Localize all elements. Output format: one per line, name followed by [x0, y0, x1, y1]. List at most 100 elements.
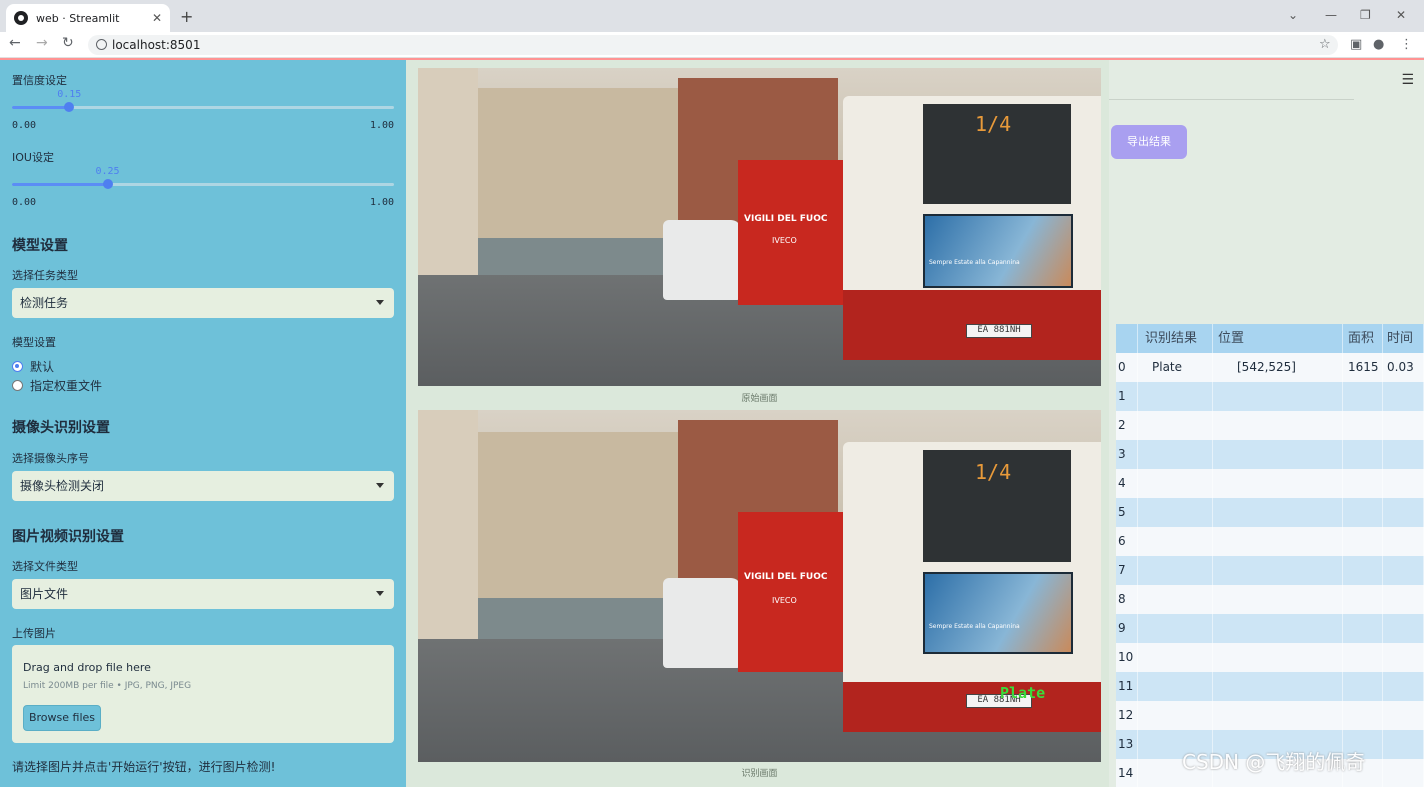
url-field[interactable]: localhost:8501 — [88, 35, 1338, 55]
table-cell — [1343, 382, 1383, 411]
table-row[interactable]: 11 — [1116, 672, 1424, 701]
scene-fire-truck: VIGILI DEL FUOC IVECO — [738, 160, 848, 305]
divider — [1109, 99, 1354, 100]
table-row[interactable]: 2 — [1116, 411, 1424, 440]
table-cell — [1383, 643, 1424, 672]
url-text: localhost:8501 — [112, 38, 201, 52]
table-cell — [1213, 440, 1343, 469]
table-row[interactable]: 6 — [1116, 527, 1424, 556]
table-cell — [1138, 701, 1213, 730]
row-index: 13 — [1116, 730, 1138, 759]
task-type-select[interactable]: 检测任务 — [12, 288, 394, 318]
iou-slider-thumb[interactable] — [102, 179, 113, 189]
table-cell — [1138, 411, 1213, 440]
file-dropzone[interactable]: Drag and drop file here Limit 200MB per … — [12, 645, 394, 743]
camera-select[interactable]: 摄像头检测关闭 — [12, 471, 394, 501]
side-panel-icon[interactable]: ▣ — [1350, 37, 1362, 52]
original-caption: 原始画面 — [741, 394, 778, 404]
table-cell — [1383, 585, 1424, 614]
table-cell — [1213, 585, 1343, 614]
browser-tab-bar: web · Streamlit ✕ + ⌄ — ❐ ✕ — [0, 0, 1424, 32]
table-row[interactable]: 8 — [1116, 585, 1424, 614]
scene-van — [663, 578, 741, 668]
row-index: 6 — [1116, 527, 1138, 556]
confidence-label: 置信度设定 — [12, 74, 67, 87]
file-type-select[interactable]: 图片文件 — [12, 579, 394, 609]
table-cell — [1213, 672, 1343, 701]
row-index: 7 — [1116, 556, 1138, 585]
bus-advertisement: Sempre Estate alla Capannina — [923, 572, 1073, 654]
iou-slider[interactable]: 0.25 — [12, 166, 394, 189]
truck-brand: IVECO — [772, 236, 797, 245]
table-cell: 0.03 — [1383, 353, 1424, 382]
table-cell — [1213, 469, 1343, 498]
table-row[interactable]: 12 — [1116, 701, 1424, 730]
table-cell: Plate — [1138, 353, 1213, 382]
scene-bus: 1/4 Sempre Estate alla Capannina — [843, 442, 1101, 714]
table-row[interactable]: 4 — [1116, 469, 1424, 498]
detection-label: Plate — [1000, 684, 1046, 702]
table-cell — [1213, 643, 1343, 672]
column-header[interactable]: 时间 — [1383, 324, 1424, 353]
scene-building — [418, 68, 478, 298]
table-cell — [1383, 614, 1424, 643]
new-tab-icon[interactable]: + — [180, 7, 193, 26]
upload-label: 上传图片 — [12, 627, 56, 640]
minimize-icon[interactable]: — — [1325, 8, 1337, 22]
confidence-slider[interactable]: 0.15 — [12, 89, 394, 112]
restore-icon[interactable]: ❐ — [1360, 8, 1371, 22]
table-row[interactable]: 0 Plate [542,525] 1615 0.03 — [1116, 353, 1424, 382]
profile-avatar-icon[interactable]: ● — [1373, 37, 1384, 52]
close-tab-icon[interactable]: ✕ — [152, 11, 162, 25]
table-header: 识别结果 位置 面积 时间 — [1116, 324, 1424, 353]
reload-icon[interactable]: ↻ — [62, 35, 74, 51]
radio-unselected-icon[interactable] — [12, 380, 23, 391]
radio-custom-weights[interactable]: 指定权重文件 — [12, 377, 102, 394]
radio-selected-icon[interactable] — [12, 361, 23, 372]
forward-arrow-icon[interactable]: → — [36, 35, 48, 51]
table-cell — [1138, 672, 1213, 701]
confidence-slider-thumb[interactable] — [64, 102, 75, 112]
table-cell — [1213, 556, 1343, 585]
model-section-heading: 模型设置 — [12, 238, 68, 254]
back-arrow-icon[interactable]: ← — [9, 35, 21, 51]
streamlit-favicon-icon — [14, 11, 28, 25]
table-row[interactable]: 10 — [1116, 643, 1424, 672]
close-window-icon[interactable]: ✕ — [1396, 8, 1406, 22]
column-header[interactable] — [1116, 324, 1138, 353]
scene-fire-truck: VIGILI DEL FUOC IVECO — [738, 512, 848, 672]
result-image: VIGILI DEL FUOC IVECO 1/4 Sempre Estate … — [418, 410, 1101, 762]
row-index: 9 — [1116, 614, 1138, 643]
iou-slider-fill — [12, 183, 108, 186]
column-header[interactable]: 面积 — [1343, 324, 1383, 353]
row-index: 3 — [1116, 440, 1138, 469]
truck-brand: IVECO — [772, 596, 797, 605]
browser-tab[interactable]: web · Streamlit ✕ — [6, 4, 170, 32]
bookmark-star-icon[interactable]: ☆ — [1319, 37, 1331, 52]
table-row[interactable]: 7 — [1116, 556, 1424, 585]
row-index: 0 — [1116, 353, 1138, 382]
table-row[interactable]: 5 — [1116, 498, 1424, 527]
browser-menu-icon[interactable]: ⋮ — [1400, 37, 1413, 52]
results-table[interactable]: 识别结果 位置 面积 时间 0 Plate [542,525] 1615 0.03 1 2 3 4 5 6 7… — [1116, 324, 1424, 787]
table-cell — [1383, 469, 1424, 498]
radio-default[interactable]: 默认 — [12, 358, 54, 375]
export-results-button[interactable]: 导出结果 — [1111, 125, 1187, 159]
table-cell — [1383, 440, 1424, 469]
table-cell — [1138, 469, 1213, 498]
table-row[interactable]: 3 — [1116, 440, 1424, 469]
ad-text: Sempre Estate alla Capannina — [929, 623, 1020, 630]
table-cell — [1343, 701, 1383, 730]
table-row[interactable]: 1 — [1116, 382, 1424, 411]
table-row[interactable]: 9 — [1116, 614, 1424, 643]
column-header[interactable]: 识别结果 — [1138, 324, 1213, 353]
hamburger-menu-icon[interactable]: ☰ — [1401, 72, 1414, 88]
table-cell — [1343, 672, 1383, 701]
file-type-value: 图片文件 — [20, 587, 69, 601]
table-cell: [542,525] — [1213, 353, 1343, 382]
tab-search-chevron-icon[interactable]: ⌄ — [1288, 8, 1298, 22]
site-info-icon[interactable] — [96, 39, 107, 50]
column-header[interactable]: 位置 — [1213, 324, 1343, 353]
confidence-slider-fill — [12, 106, 70, 109]
browse-files-button[interactable]: Browse files — [23, 705, 101, 731]
